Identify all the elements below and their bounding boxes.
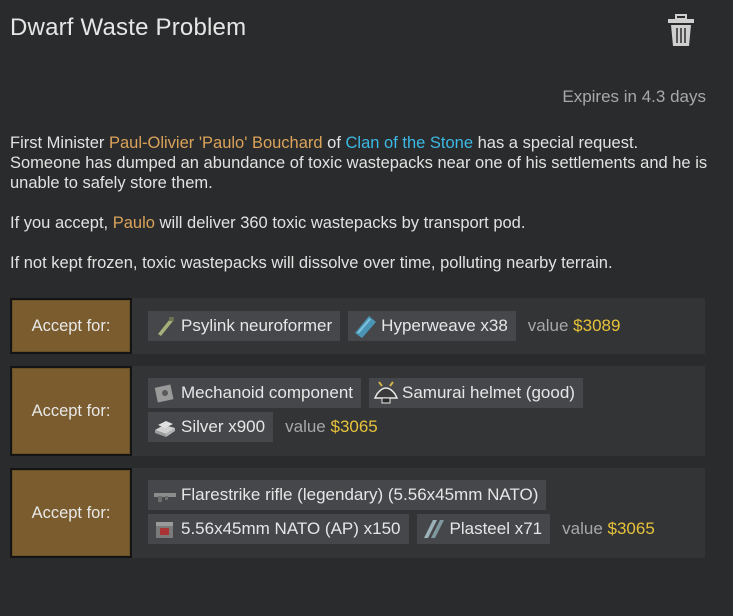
description-paragraph-3: If not kept frozen, toxic wastepacks wil… <box>10 254 613 272</box>
reward-item[interactable]: Psylink neuroformer <box>148 311 341 341</box>
accept-button[interactable]: Accept for: <box>10 366 132 456</box>
reward-option-3: Accept for: Flarestrike rifle (legendary… <box>10 468 705 558</box>
samurai-helmet-icon <box>373 380 399 406</box>
silver-icon <box>152 414 178 440</box>
reward-row: Flarestrike rifle (legendary) (5.56x45mm… <box>148 480 554 510</box>
reward-list: Psylink neuroformer Hyperweave x38 value… <box>148 298 705 354</box>
hyperweave-icon <box>352 313 378 339</box>
value-amount: $3089 <box>573 316 621 335</box>
description-paragraph-2: If you accept, Paulo will deliver 360 to… <box>10 213 710 233</box>
reward-row: Silver x900 value $3065 <box>148 412 378 442</box>
value-label: value <box>527 316 569 335</box>
option-value: value $3065 <box>285 417 378 437</box>
reward-row: Psylink neuroformer Hyperweave x38 value… <box>148 311 620 341</box>
reward-option-1: Accept for: Psylink neuroformer Hyperwea… <box>10 298 705 354</box>
text-span: If you accept, <box>10 214 113 232</box>
reward-item[interactable]: Mechanoid component <box>148 378 362 408</box>
reward-label: Flarestrike rifle (legendary) (5.56x45mm… <box>181 485 539 504</box>
value-label: value <box>285 417 326 436</box>
accept-button[interactable]: Accept for: <box>10 468 132 558</box>
quest-description: First Minister Paul-Olivier 'Paulo' Bouc… <box>10 133 710 293</box>
text-span: First Minister <box>10 134 109 152</box>
value-label: value <box>562 519 603 538</box>
reward-label: 5.56x45mm NATO (AP) x150 <box>181 519 401 538</box>
reward-label: Samurai helmet (good) <box>402 383 575 402</box>
reward-item[interactable]: 5.56x45mm NATO (AP) x150 <box>148 514 409 544</box>
person-name: Paulo <box>112 214 155 232</box>
value-amount: $3065 <box>330 417 378 436</box>
reward-label: Mechanoid component <box>181 383 354 402</box>
rifle-icon <box>152 482 178 508</box>
reward-label: Plasteel x71 <box>449 519 543 538</box>
option-value: value $3089 <box>528 316 621 336</box>
accept-button[interactable]: Accept for: <box>10 298 132 354</box>
mechanoid-component-icon <box>152 380 178 406</box>
person-name: Paul-Olivier 'Paulo' Bouchard <box>109 134 323 152</box>
reward-option-2: Accept for: Mechanoid component Samurai … <box>10 366 705 456</box>
reward-item[interactable]: Samurai helmet (good) <box>369 378 583 408</box>
reward-item[interactable]: Hyperweave x38 <box>348 311 516 341</box>
reward-item[interactable]: Silver x900 <box>148 412 274 442</box>
reward-list: Mechanoid component Samurai helmet (good… <box>148 366 705 456</box>
option-value: value $3065 <box>562 519 655 539</box>
neuroformer-icon <box>152 313 178 339</box>
faction-name: Clan of the Stone <box>345 134 474 152</box>
plasteel-icon <box>421 516 447 542</box>
quest-title: Dwarf Waste Problem <box>10 14 247 41</box>
trash-icon[interactable] <box>666 14 696 48</box>
reward-label: Silver x900 <box>181 417 266 436</box>
reward-item[interactable]: Flarestrike rifle (legendary) (5.56x45mm… <box>148 480 547 510</box>
ammo-box-icon <box>152 516 178 542</box>
description-paragraph-1: First Minister Paul-Olivier 'Paulo' Bouc… <box>10 133 710 193</box>
expiry-text: Expires in 4.3 days <box>562 87 706 106</box>
text-span: will deliver 360 toxic wastepacks by tra… <box>154 214 526 232</box>
reward-row: 5.56x45mm NATO (AP) x150 Plasteel x71 va… <box>148 514 655 544</box>
reward-row: Mechanoid component Samurai helmet (good… <box>148 378 591 408</box>
reward-item[interactable]: Plasteel x71 <box>416 514 551 544</box>
text-span: of <box>322 134 346 152</box>
reward-label: Psylink neuroformer <box>181 316 333 335</box>
reward-label: Hyperweave x38 <box>381 316 508 335</box>
reward-list: Flarestrike rifle (legendary) (5.56x45mm… <box>148 468 705 558</box>
value-amount: $3065 <box>607 519 655 538</box>
